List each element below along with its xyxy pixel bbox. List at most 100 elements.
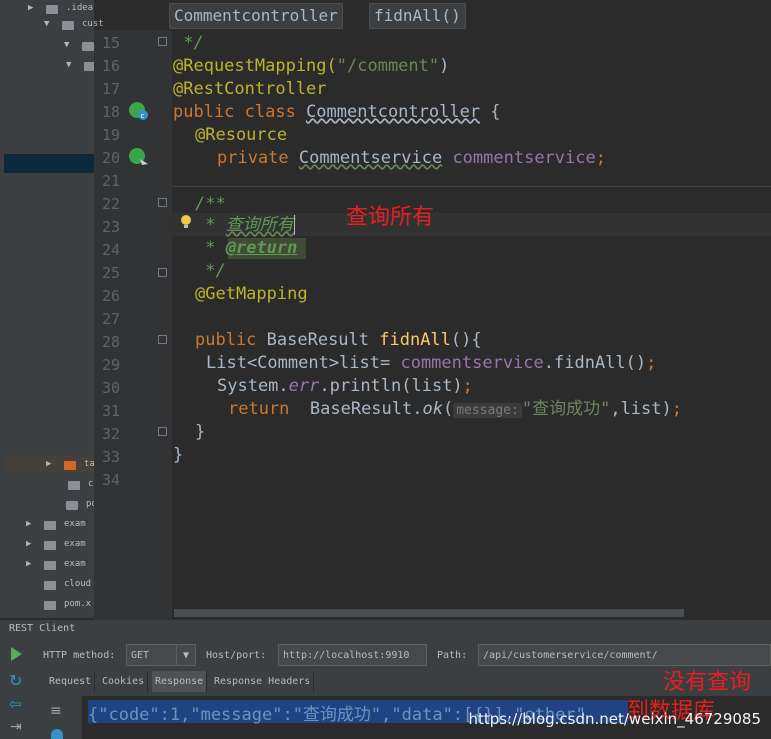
chevron-down-icon[interactable]: ▼ [176,645,195,665]
http-method-label: HTTP method: [43,650,116,661]
fold-marker-icon[interactable] [158,335,167,344]
format-icon[interactable]: ≡ [50,703,62,719]
folder-icon [46,5,58,14]
line-number: 31 [101,402,120,420]
tree-item[interactable]: ▶ exam [0,516,94,536]
tree-item[interactable]: po [0,496,97,516]
http-method-select[interactable]: GET ▼ [126,644,196,666]
list-decl: List<Comment>list= [206,353,401,373]
tree-item[interactable]: ▶ exam [0,556,94,576]
globe-icon[interactable] [51,729,63,739]
code-line-24[interactable]: * @return [195,237,297,260]
brace: } [173,445,184,465]
code-line-25[interactable]: */ [195,260,225,283]
code-line-33[interactable]: } [173,444,183,467]
code-line-30[interactable]: System.err.println(list); [217,375,473,398]
tree-item[interactable]: pom.x [0,596,94,616]
annotation-no-query-line1: 没有查询 [663,670,752,695]
code-line-17[interactable]: @RestController [173,78,327,101]
tree-arrow-icon[interactable]: ▼ [64,40,69,50]
code-line-18[interactable]: public class Commentcontroller { [173,101,501,124]
refresh-icon[interactable]: ↻ [9,671,22,690]
line-number: 29 [101,356,120,374]
code-line-22[interactable]: /** [195,193,226,216]
back-arrow-icon[interactable]: ⇦ [9,695,22,713]
tree-item[interactable]: ▼s [0,37,107,57]
class-name: Commentcontroller [306,102,481,122]
tree-item[interactable]: ▶ exam [0,536,94,556]
line-number: 30 [101,379,120,397]
tree-arrow-icon[interactable]: ▼ [44,19,49,29]
string-literal: "/comment" [336,56,440,76]
annotation-request-mapping: @RequestMapping( [173,56,337,76]
folder-icon [64,461,76,470]
tree-arrow-icon[interactable]: ▼ [66,60,71,70]
line-number: 28 [101,333,120,351]
method-call: .fidnAll() [543,353,647,373]
tree-item-label: c [88,479,94,489]
tree-arrow-icon[interactable]: ▶ [26,519,31,529]
tree-item-label: exam [64,539,86,549]
tree-arrow-icon[interactable]: ▶ [46,459,51,469]
horizontal-scrollbar[interactable] [174,609,684,617]
ok-method: ok [422,399,443,419]
code-line-19[interactable]: @Resource [195,124,287,147]
doc-star: * [195,238,226,258]
args-end: ,list) [610,399,672,419]
tab-response-headers[interactable]: Response Headers [211,671,315,692]
tree-item[interactable]: c [0,476,94,496]
lightbulb-icon[interactable] [179,213,193,231]
export-icon[interactable]: ⇥ [10,719,22,735]
fold-marker-icon[interactable] [158,37,167,46]
system-ref: System. [217,376,289,396]
fold-marker-icon[interactable] [158,198,167,207]
tab-request[interactable]: Request [46,671,96,692]
code-line-23[interactable]: * 查询所有 [195,214,295,237]
rest-client-title: REST Client [9,623,76,634]
tree-arrow-icon[interactable]: ▶ [26,559,31,569]
run-icon[interactable] [11,647,22,661]
fold-marker-icon[interactable] [158,427,167,436]
fold-marker-icon[interactable] [158,268,167,277]
semicolon: ; [646,353,657,373]
folder-icon [44,561,56,570]
path-input[interactable]: /api/customerservice/comment/ [478,644,771,666]
line-number: 22 [101,195,120,213]
autowire-navigate-icon[interactable] [128,147,150,167]
http-method-value: GET [131,650,150,661]
method-separator [173,186,771,187]
tree-arrow-icon[interactable]: ▶ [28,3,33,13]
line-number: 19 [101,126,120,144]
tree-item-label: cloud [64,579,92,589]
host-input[interactable]: http://localhost:9910 [278,644,427,666]
folder-icon [44,521,56,530]
folder-icon [66,501,78,510]
tree-item[interactable]: ▼ [0,57,96,77]
tree-selected-row[interactable] [4,154,94,173]
svg-text:c: c [141,112,145,120]
breadcrumb-class[interactable]: Commentcontroller [169,3,343,29]
code-line-29[interactable]: List<Comment>list= commentservice.fidnAl… [206,352,656,375]
line-number: 33 [101,448,120,466]
tab-cookies[interactable]: Cookies [99,671,149,692]
code-line-32[interactable]: } [195,421,205,444]
breadcrumb-method[interactable]: fidnAll() [369,3,466,29]
code-line-15[interactable]: */ [173,32,203,55]
string-literal: "查询成功" [521,399,611,419]
tree-item[interactable]: ▼ cust [0,16,104,36]
code-line-16[interactable]: @RequestMapping("/comment") [173,55,449,78]
code-line-20[interactable]: private Commentservice commentservice; [217,147,606,170]
code-line-28[interactable]: public BaseResult fidnAll(){ [195,329,482,352]
tree-item[interactable]: cloud [0,576,94,596]
code-line-26[interactable]: @GetMapping [195,283,308,306]
tree-arrow-icon[interactable]: ▶ [26,539,31,549]
watermark: https://blog.csdn.net/weixin_46729085 [468,710,761,728]
line-number: 32 [101,425,120,443]
tab-response[interactable]: Response [152,671,208,692]
line-number: 20 [101,149,120,167]
field-name: commentservice [452,148,596,168]
line-number: 18 [101,103,120,121]
spring-bean-icon[interactable]: c [128,101,150,121]
code-line-31[interactable]: return BaseResult.ok(message: "查询成功",list… [228,398,682,421]
tree-item[interactable]: ▶ ta [0,456,95,476]
